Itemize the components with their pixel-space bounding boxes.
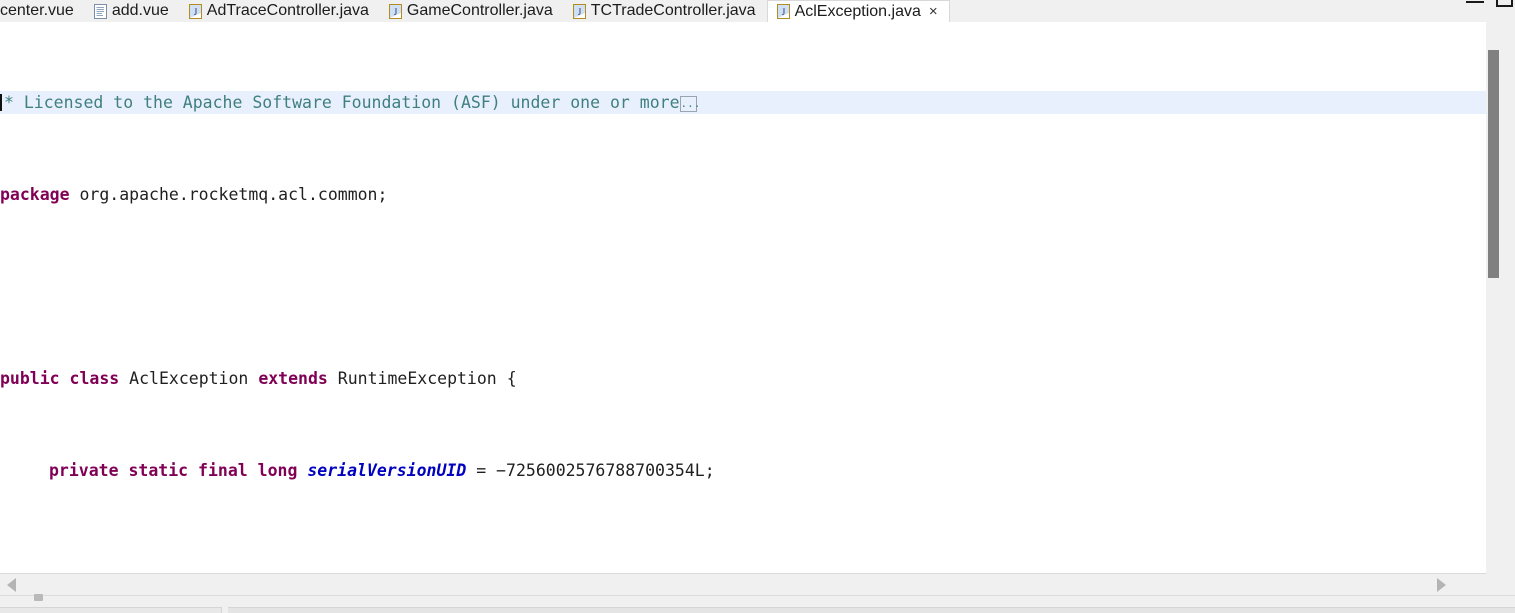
code-line-serialversionuid: private static final long serialVersionU…: [0, 459, 1486, 482]
tab-label: add.vue: [111, 2, 169, 19]
tab-label: TCTradeController.java: [590, 2, 756, 19]
tab-add-vue[interactable]: add.vue: [84, 0, 180, 22]
keyword-private: private: [49, 461, 119, 480]
tab-label: GameController.java: [406, 2, 553, 19]
keyword-final: final: [198, 461, 248, 480]
brace-open: {: [506, 369, 517, 388]
window-controls: [1466, 0, 1513, 7]
java-file-icon: J: [388, 3, 402, 19]
svg-text:J: J: [194, 7, 198, 17]
maximize-icon[interactable]: [1496, 0, 1513, 7]
status-bar-segment-left: [0, 607, 222, 613]
serialversionuid-value: = −7256002576788700354L;: [476, 461, 715, 480]
code-line-folded-comment[interactable]: * Licensed to the Apache Software Founda…: [0, 91, 1486, 114]
keyword-class: class: [69, 369, 120, 388]
horizontal-scrollbar[interactable]: [0, 573, 1486, 595]
keyword-extends: extends: [258, 369, 328, 388]
ide-editor-window: center.vue add.vue J AdTraceController.j…: [0, 0, 1515, 613]
code-line-package: package org.apache.rocketmq.acl.common;: [0, 183, 1486, 206]
editor-tab-bar: center.vue add.vue J AdTraceController.j…: [0, 0, 1515, 22]
editor-right-gutter: [1501, 22, 1515, 573]
svg-text:J: J: [781, 7, 785, 17]
tab-label: AdTraceController.java: [206, 2, 369, 19]
java-file-icon: J: [188, 3, 202, 19]
package-name: org.apache.rocketmq.acl.common;: [69, 185, 388, 204]
keyword-long: long: [257, 461, 298, 480]
field-serialversionuid: serialVersionUID: [307, 461, 467, 480]
tab-aclexception-java[interactable]: J AclException.java ×: [766, 0, 950, 22]
scroll-left-arrow-icon[interactable]: [7, 578, 16, 592]
keyword-package: package: [0, 185, 70, 204]
vertical-scrollbar[interactable]: [1486, 22, 1501, 573]
tab-tctradecontroller-java[interactable]: J TCTradeController.java: [563, 0, 767, 22]
svg-text:J: J: [578, 7, 582, 17]
tab-label: AclException.java: [794, 2, 921, 20]
tab-gamecontroller-java[interactable]: J GameController.java: [379, 0, 564, 22]
code-editor-area[interactable]: * Licensed to the Apache Software Founda…: [0, 22, 1486, 573]
keyword-static: static: [128, 461, 189, 480]
minimize-icon[interactable]: [1466, 0, 1484, 3]
svg-text:J: J: [394, 7, 398, 17]
tab-center-vue[interactable]: center.vue: [0, 0, 85, 22]
text-caret: [0, 94, 2, 111]
status-indicator-icon: [34, 594, 43, 601]
code-line-class-decl: public class AclException extends Runtim…: [0, 367, 1486, 390]
scroll-right-arrow-icon[interactable]: [1437, 578, 1446, 592]
status-bar: [0, 595, 1515, 613]
java-file-icon: J: [572, 3, 586, 19]
class-name: AclException: [129, 369, 249, 388]
comment-text: * Licensed to the Apache Software Founda…: [4, 93, 680, 112]
source-code: * Licensed to the Apache Software Founda…: [0, 22, 1486, 573]
keyword-public: public: [0, 369, 60, 388]
superclass-name: RuntimeException: [337, 369, 497, 388]
close-icon[interactable]: ×: [929, 4, 938, 19]
java-file-icon: J: [776, 4, 790, 19]
vue-file-icon: [93, 3, 107, 19]
tab-adtracecontroller-java[interactable]: J AdTraceController.java: [179, 0, 380, 22]
vertical-scrollbar-thumb[interactable]: [1488, 50, 1499, 278]
tab-label: center.vue: [0, 2, 74, 19]
fold-marker-icon[interactable]: ...: [679, 96, 700, 112]
status-bar-segment-right: [228, 607, 1515, 613]
